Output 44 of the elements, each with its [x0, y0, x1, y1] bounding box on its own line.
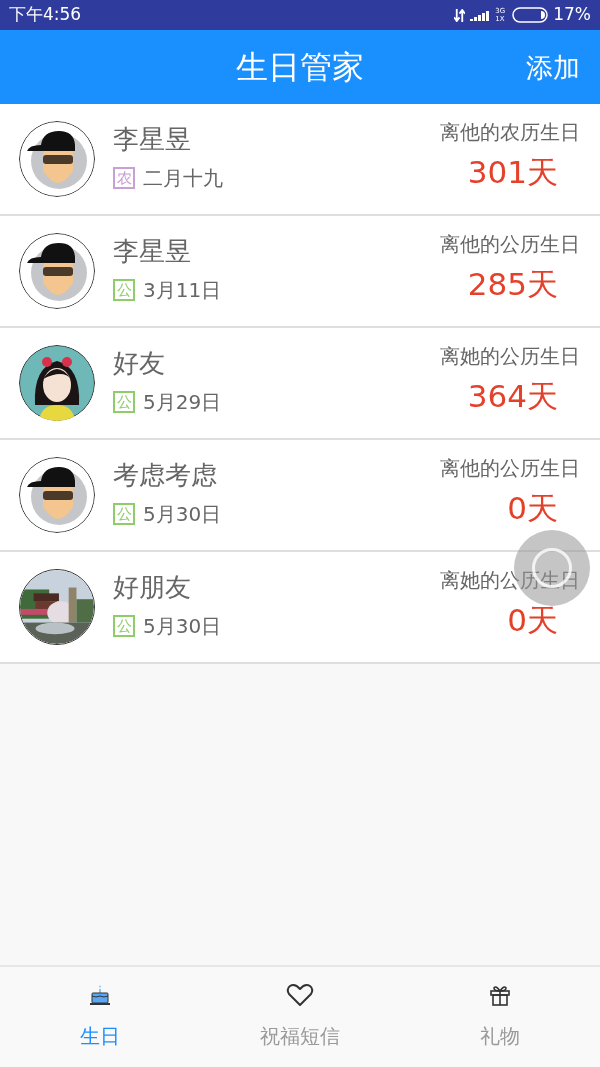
calendar-badge: 公 [113, 502, 135, 525]
calendar-badge: 农 [113, 166, 135, 189]
birthday-date: 5月30日 [143, 500, 222, 528]
birthday-row[interactable]: 李星昱 农 二月十九 离他的农历生日 301天 [0, 104, 600, 216]
days-remaining: 285天 [467, 264, 558, 304]
add-button[interactable]: 添加 [526, 48, 580, 89]
battery-icon [512, 7, 549, 23]
days-remaining: 364天 [467, 376, 558, 416]
data-transfer-icon [454, 8, 466, 22]
gift-icon [488, 983, 512, 1007]
avatar-man-icon [19, 233, 95, 309]
avatar-man-icon [19, 457, 95, 533]
countdown-label: 离他的公历生日 [440, 230, 580, 258]
calendar-badge: 公 [113, 614, 135, 637]
nav-tab[interactable]: 生日 [0, 967, 200, 1067]
birthday-date: 二月十九 [143, 164, 223, 192]
calendar-badge: 公 [113, 278, 135, 301]
days-remaining: 301天 [467, 152, 558, 192]
contact-name: 考虑考虑 [113, 458, 218, 492]
birthday-date: 5月29日 [143, 388, 222, 416]
birthday-date: 5月30日 [143, 612, 222, 640]
contact-name: 李星昱 [113, 122, 192, 156]
avatar-man-icon [19, 121, 95, 197]
battery-level: 17% [553, 3, 591, 27]
birthday-row[interactable]: 考虑考虑 公 5月30日 离他的公历生日 0天 [0, 440, 600, 552]
status-time: 下午4:56 [9, 3, 82, 27]
contact-name: 好友 [113, 346, 166, 380]
birthday-row[interactable]: 李星昱 公 3月11日 离他的公历生日 285天 [0, 216, 600, 328]
countdown-label: 离她的公历生日 [440, 342, 580, 370]
birthday-row[interactable]: 好友 公 5月29日 离她的公历生日 364天 [0, 328, 600, 440]
avatar-girl-icon [19, 345, 95, 421]
contact-name: 好朋友 [113, 570, 192, 604]
contact-name: 李星昱 [113, 234, 192, 268]
header-title: 生日管家 [236, 47, 364, 88]
countdown-label: 离他的公历生日 [440, 454, 580, 482]
calendar-badge: 公 [113, 390, 135, 413]
birthday-row[interactable]: 好朋友 公 5月30日 离她的公历生日 0天 [0, 552, 600, 664]
days-remaining: 0天 [507, 488, 558, 528]
heart-icon [286, 983, 314, 1007]
birthday-date: 3月11日 [143, 276, 222, 304]
days-remaining: 0天 [507, 600, 558, 640]
countdown-label: 离她的公历生日 [440, 566, 580, 594]
countdown-label: 离他的农历生日 [440, 118, 580, 146]
signal-icon [470, 9, 491, 21]
